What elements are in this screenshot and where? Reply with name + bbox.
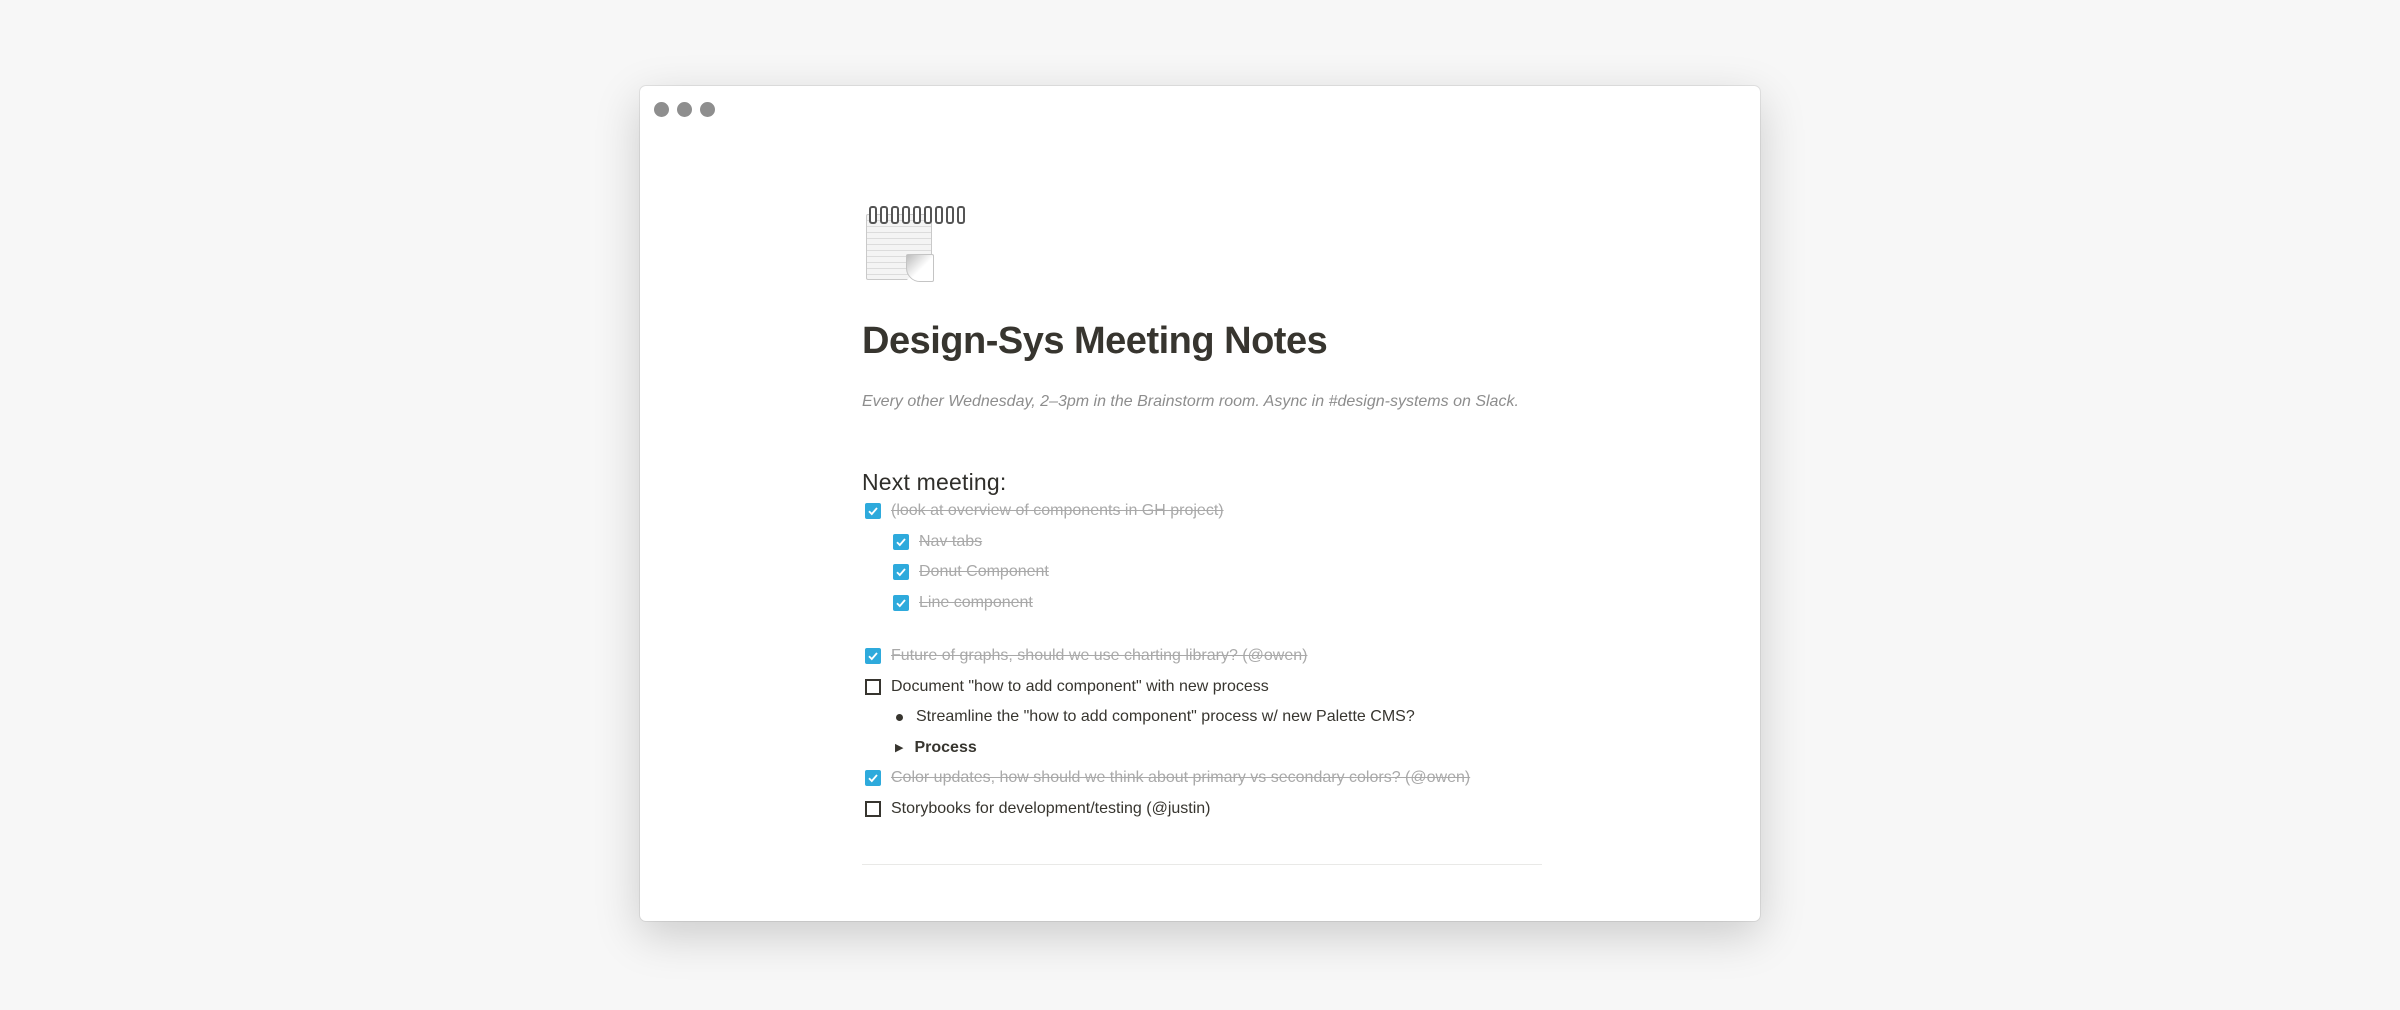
todo-item: (look at overview of components in GH pr… [862, 496, 1542, 527]
todo-text[interactable]: (look at overview of components in GH pr… [891, 502, 1224, 520]
todo-text[interactable]: Donut Component [919, 563, 1049, 581]
todo-text[interactable]: Storybooks for development/testing (@jus… [891, 800, 1211, 818]
window-controls [654, 102, 715, 117]
close-window-button[interactable] [654, 102, 669, 117]
maximize-window-button[interactable] [700, 102, 715, 117]
checkbox-checked[interactable] [893, 564, 909, 581]
checkbox-unchecked[interactable] [865, 800, 881, 817]
checkbox-checked[interactable] [865, 503, 881, 520]
checkbox-unchecked[interactable] [865, 678, 881, 695]
todo-item: Storybooks for development/testing (@jus… [862, 794, 1542, 825]
bullet-item: Streamline the "how to add component" pr… [890, 702, 1542, 733]
todo-item: Document "how to add component" with new… [862, 672, 1542, 703]
app-window: Design-Sys Meeting Notes Every other Wed… [640, 86, 1760, 921]
checkbox-checked[interactable] [893, 594, 909, 611]
todo-text[interactable]: Future of graphs, should we use charting… [891, 647, 1307, 665]
todo-item: Future of graphs, should we use charting… [862, 641, 1542, 672]
checkbox-checked[interactable] [865, 648, 881, 665]
minimize-window-button[interactable] [677, 102, 692, 117]
section-heading[interactable]: Next meeting: [862, 469, 1542, 496]
todo-item: Donut Component [890, 557, 1542, 588]
toggle-triangle-icon[interactable]: ▶ [895, 741, 903, 754]
divider [862, 864, 1542, 865]
todo-text[interactable]: Nav tabs [919, 533, 982, 551]
todo-text[interactable]: Line component [919, 594, 1033, 612]
todo-item: Nav tabs [890, 527, 1542, 558]
todo-text[interactable]: Color updates, how should we think about… [891, 769, 1470, 787]
todo-text[interactable]: Document "how to add component" with new… [891, 678, 1269, 696]
toggle-item: ▶ Process [890, 733, 1542, 764]
page-subtitle[interactable]: Every other Wednesday, 2–3pm in the Brai… [862, 393, 1542, 411]
todo-item: Line component [890, 588, 1542, 619]
checkbox-checked[interactable] [865, 770, 881, 787]
page-content: Design-Sys Meeting Notes Every other Wed… [862, 206, 1542, 865]
bullet-icon [896, 713, 903, 721]
todo-item: Color updates, how should we think about… [862, 763, 1542, 794]
bullet-text[interactable]: Streamline the "how to add component" pr… [916, 708, 1415, 726]
toggle-text[interactable]: Process [914, 739, 976, 757]
checkbox-checked[interactable] [893, 533, 909, 550]
page-title[interactable]: Design-Sys Meeting Notes [862, 320, 1542, 363]
spiral-notepad-icon[interactable] [866, 206, 965, 282]
